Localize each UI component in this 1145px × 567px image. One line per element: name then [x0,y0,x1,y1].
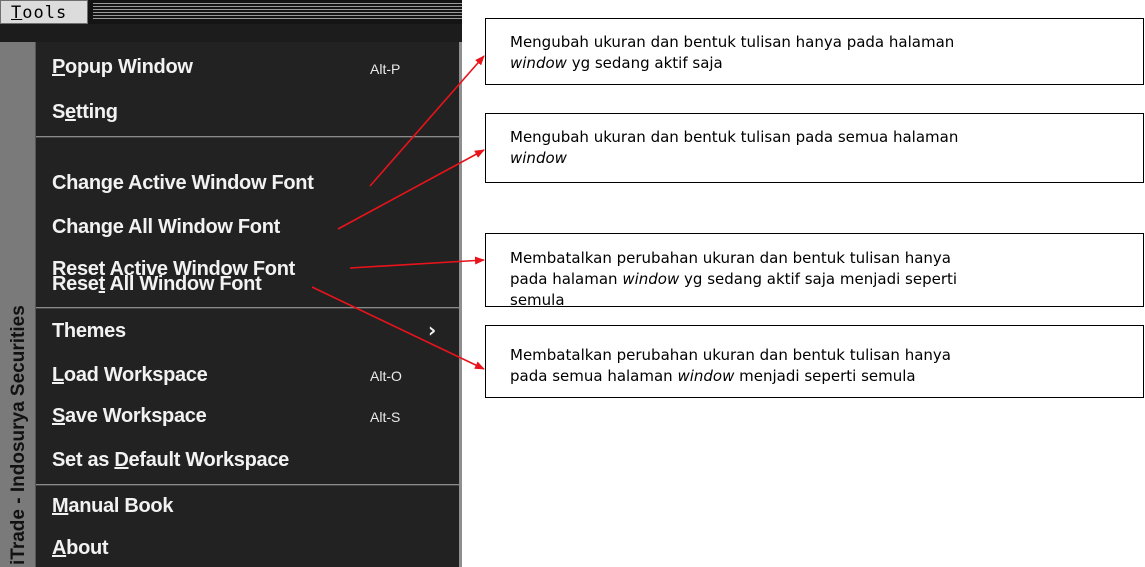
note-reset-active-window-font: Membatalkan perubahan ukuran dan bentuk … [485,233,1144,309]
tools-menu-button[interactable]: Tools [0,0,88,24]
menu-item-setting[interactable]: Setting [52,101,118,124]
menu-item-change-active-window-font[interactable]: Change Active Window Font [52,172,314,195]
note-change-all-window-font: Mengubah ukuran dan bentuk tulisan pada … [485,113,1144,183]
menu-item-set-default-workspace[interactable]: Set as Default Workspace [52,449,289,472]
menu-item-save-workspace[interactable]: Save Workspace [52,405,207,428]
menu-item-manual-book[interactable]: Manual Book [52,495,173,518]
menu-item-themes[interactable]: Themes [52,320,126,343]
shortcut-save-workspace: Alt-S [370,409,401,425]
chevron-right-icon: › [428,318,437,342]
menu-item-load-workspace[interactable]: Load Workspace [52,364,208,387]
note-change-active-window-font: Mengubah ukuran dan bentuk tulisan hanya… [485,18,1144,85]
menubar: Tools [0,0,462,24]
menubar-grip [93,3,462,21]
side-title: iTrade - Indosurya Securities [8,305,29,565]
note-reset-all-window-font: Membatalkan perubahan ukuran dan bentuk … [485,325,1144,398]
menu-item-popup-window[interactable]: Popup Window [52,56,193,79]
shortcut-load-workspace: Alt-O [370,368,402,384]
menu-separator [36,307,459,309]
tools-label: Tools [11,3,68,23]
menu-item-change-all-window-font[interactable]: Change All Window Font [52,216,280,239]
menu-separator [36,136,459,138]
menu-separator [36,484,459,486]
menu-item-about[interactable]: About [52,537,109,560]
shortcut-popup-window: Alt-P [370,61,401,77]
menu-item-reset-all-window-font[interactable]: Reset All Window Font [52,273,262,296]
tools-menu-screenshot: Tools iTrade - Indosurya Securities Popu… [0,0,462,567]
